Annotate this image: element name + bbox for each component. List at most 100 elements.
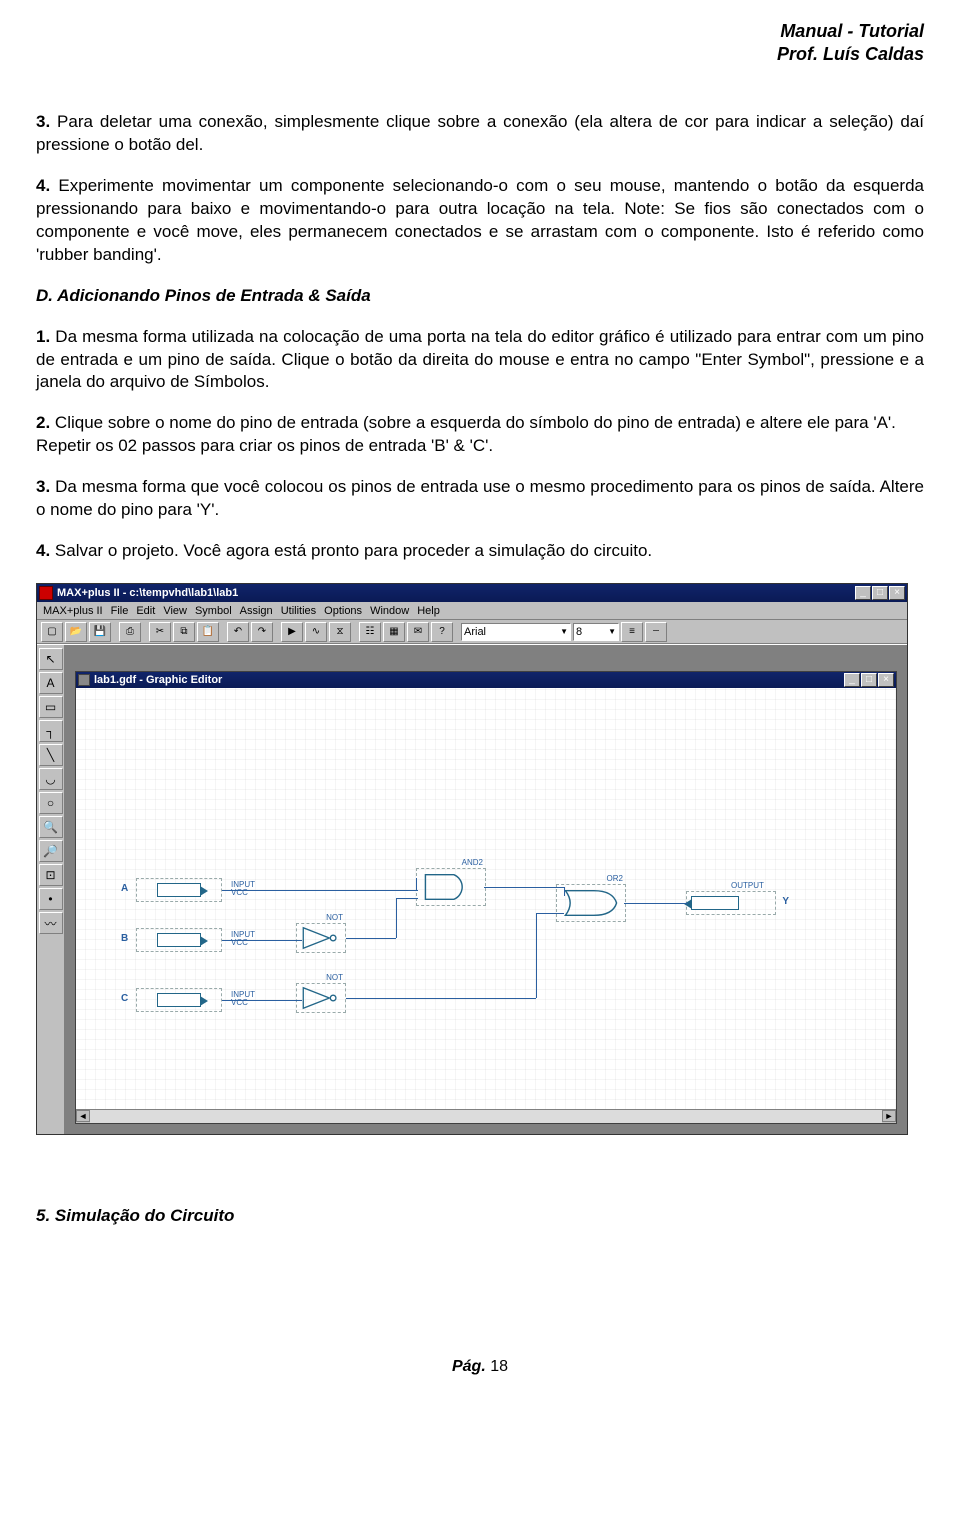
tool-zoomfit-icon[interactable]: ⊡	[39, 864, 63, 886]
tool-undo-icon[interactable]: ↶	[227, 622, 249, 642]
child-minimize-button[interactable]: _	[844, 673, 860, 687]
wire[interactable]	[564, 887, 565, 896]
tool-print-icon[interactable]: ⎙	[119, 622, 141, 642]
pin-y-label: Y	[782, 896, 789, 907]
tool-timing-icon[interactable]: ⧖	[329, 622, 351, 642]
tool-orthogonal-line-icon[interactable]: ┐	[39, 720, 63, 742]
size-select-value: 8	[576, 626, 582, 638]
child-titlebar[interactable]: lab1.gdf - Graphic Editor _ □ ×	[76, 672, 896, 688]
tool-zoomin-icon[interactable]: 🔍	[39, 816, 63, 838]
wire[interactable]	[416, 878, 417, 890]
app-window: MAX+plus II - c:\tempvhd\lab1\lab1 _ □ ×…	[36, 583, 908, 1135]
wire[interactable]	[222, 890, 418, 891]
tool-messages-icon[interactable]: ✉	[407, 622, 429, 642]
menu-assign[interactable]: Assign	[240, 605, 273, 617]
header-line-2: Prof. Luís Caldas	[36, 43, 924, 66]
para-d4-text: Salvar o projeto. Você agora está pronto…	[50, 541, 652, 560]
menubar[interactable]: MAX+plus II File Edit View Symbol Assign…	[37, 602, 907, 620]
window-title: MAX+plus II - c:\tempvhd\lab1\lab1	[57, 587, 855, 599]
section-5-heading: 5. Simulação do Circuito	[36, 1205, 924, 1228]
tool-connectordot-icon[interactable]: •	[39, 888, 63, 910]
size-select[interactable]: 8▼	[573, 623, 619, 641]
para-d2-text-a: Clique sobre o nome do pino de entrada (…	[50, 413, 896, 432]
wire[interactable]	[346, 938, 396, 939]
tool-hierarchy-icon[interactable]: ☷	[359, 622, 381, 642]
menu-help[interactable]: Help	[417, 605, 440, 617]
scroll-left-icon[interactable]: ◄	[76, 1110, 90, 1122]
para-d4-num: 4.	[36, 541, 50, 560]
pin-input-tag: INPUTVCC	[231, 931, 255, 947]
wire[interactable]	[346, 998, 536, 999]
or-gate[interactable]: OR2	[556, 884, 626, 922]
tool-cut-icon[interactable]: ✂	[149, 622, 171, 642]
minimize-button[interactable]: _	[855, 586, 871, 600]
child-close-button[interactable]: ×	[878, 673, 894, 687]
menu-symbol[interactable]: Symbol	[195, 605, 232, 617]
para-d3-num: 3.	[36, 477, 50, 496]
menu-view[interactable]: View	[163, 605, 187, 617]
output-pin-y[interactable]: OUTPUT Y	[686, 891, 776, 915]
not-gate-1[interactable]: NOT	[296, 923, 346, 953]
scroll-track[interactable]	[90, 1110, 882, 1123]
pin-shape-icon	[157, 933, 201, 947]
tool-compile-icon[interactable]: ▶	[281, 622, 303, 642]
tool-help-icon[interactable]: ?	[431, 622, 453, 642]
wire[interactable]	[536, 913, 537, 998]
wire[interactable]	[396, 898, 397, 938]
tool-simulate-icon[interactable]: ∿	[305, 622, 327, 642]
wire[interactable]	[484, 887, 564, 888]
tool-circle-icon[interactable]: ○	[39, 792, 63, 814]
tool-diagonal-line-icon[interactable]: ╲	[39, 744, 63, 766]
schematic-canvas[interactable]: A INPUTVCC B INPUTVCC C	[76, 688, 896, 1109]
titlebar[interactable]: MAX+plus II - c:\tempvhd\lab1\lab1 _ □ ×	[37, 584, 907, 602]
menu-options[interactable]: Options	[324, 605, 362, 617]
footer-label: Pág.	[452, 1358, 486, 1375]
tool-open-icon[interactable]: 📂	[65, 622, 87, 642]
tool-linewidth-icon[interactable]: ≡	[621, 622, 643, 642]
para-d4: 4. Salvar o projeto. Você agora está pro…	[36, 540, 924, 563]
input-pin-c[interactable]: C INPUTVCC	[136, 988, 222, 1012]
input-pin-a[interactable]: A INPUTVCC	[136, 878, 222, 902]
menu-window[interactable]: Window	[370, 605, 409, 617]
wire[interactable]	[222, 1000, 302, 1001]
menu-edit[interactable]: Edit	[136, 605, 155, 617]
para-4-text: Experimente movimentar um componente sel…	[36, 176, 924, 264]
scroll-right-icon[interactable]: ►	[882, 1110, 896, 1122]
maximize-button[interactable]: □	[872, 586, 888, 600]
menu-maxplus[interactable]: MAX+plus II	[43, 605, 103, 617]
gate-label: AND2	[462, 858, 483, 867]
tool-text-icon[interactable]: A	[39, 672, 63, 694]
app-icon	[39, 586, 53, 600]
not-gate-2[interactable]: NOT	[296, 983, 346, 1013]
horizontal-scrollbar[interactable]: ◄ ►	[76, 1109, 896, 1123]
wire[interactable]	[396, 898, 418, 899]
section-d-heading: D. Adicionando Pinos de Entrada & Saída	[36, 285, 924, 308]
menu-file[interactable]: File	[111, 605, 129, 617]
and-gate[interactable]: AND2	[416, 868, 486, 906]
close-button[interactable]: ×	[889, 586, 905, 600]
child-maximize-button[interactable]: □	[861, 673, 877, 687]
tool-pointer-icon[interactable]: ↖	[39, 648, 63, 670]
pin-a-label: A	[121, 883, 128, 894]
tool-floorplan-icon[interactable]: ▦	[383, 622, 405, 642]
tool-redo-icon[interactable]: ↷	[251, 622, 273, 642]
wire[interactable]	[536, 913, 564, 914]
tool-copy-icon[interactable]: ⧉	[173, 622, 195, 642]
section-d-title: D. Adicionando Pinos de Entrada & Saída	[36, 286, 371, 305]
tool-arc-icon[interactable]: ◡	[39, 768, 63, 790]
tool-rubberband-icon[interactable]: 〰	[39, 912, 63, 934]
input-pin-b[interactable]: B INPUTVCC	[136, 928, 222, 952]
wire[interactable]	[624, 903, 688, 904]
menu-utilities[interactable]: Utilities	[281, 605, 316, 617]
tool-symbol-icon[interactable]: ▭	[39, 696, 63, 718]
footer-page-number: 18	[490, 1358, 508, 1375]
para-4-num: 4.	[36, 176, 50, 195]
font-select[interactable]: Arial▼	[461, 623, 571, 641]
side-toolbox: ↖ A ▭ ┐ ╲ ◡ ○ 🔍 🔎 ⊡ • 〰	[37, 645, 65, 1134]
tool-save-icon[interactable]: 💾	[89, 622, 111, 642]
wire[interactable]	[222, 940, 302, 941]
tool-linestyle-icon[interactable]: ┄	[645, 622, 667, 642]
tool-zoomout-icon[interactable]: 🔎	[39, 840, 63, 862]
tool-new-icon[interactable]: ▢	[41, 622, 63, 642]
tool-paste-icon[interactable]: 📋	[197, 622, 219, 642]
